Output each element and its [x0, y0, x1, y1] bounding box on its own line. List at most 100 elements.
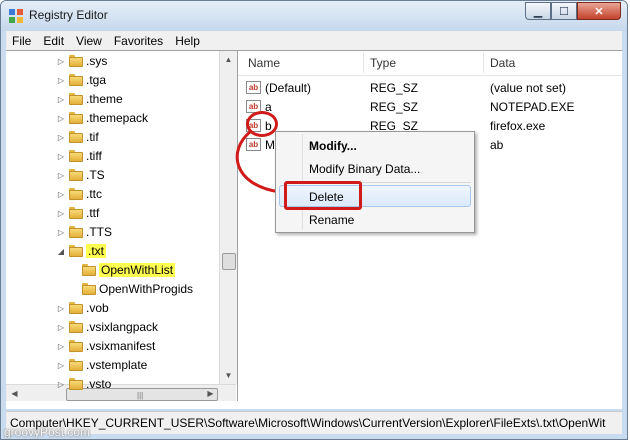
tree-item[interactable]: ▷ .theme: [55, 90, 123, 108]
tree-item-label: .ttf: [86, 206, 100, 220]
tree-item[interactable]: ▷ .vsto: [55, 375, 111, 393]
tree-item[interactable]: ▷ .tga: [55, 71, 106, 89]
tree-item[interactable]: ▷ .ttc: [55, 185, 102, 203]
tree-item-label: OpenWithList: [99, 263, 176, 277]
tree-item-label: .TTS: [86, 225, 112, 239]
expand-arrow-icon[interactable]: ▷: [55, 95, 67, 104]
column-divider[interactable]: [483, 53, 484, 73]
expand-arrow-icon[interactable]: ▷: [55, 209, 67, 218]
expand-arrow-icon[interactable]: ▷: [55, 190, 67, 199]
tree-item[interactable]: ▷ .ttf: [55, 204, 99, 222]
folder-icon: [69, 226, 83, 238]
tree-item-label: .txt: [86, 244, 107, 258]
column-header-data[interactable]: Data: [490, 56, 515, 70]
scroll-right-icon[interactable]: ▶: [202, 385, 219, 401]
value-row[interactable]: ab (Default) REG_SZ (value not set): [238, 78, 622, 98]
title-bar: Registry Editor ▁ ☐ ✕: [1, 1, 627, 31]
menu-item-modify-binary[interactable]: Modify Binary Data...: [309, 162, 420, 176]
maximize-icon: ☐: [559, 5, 569, 18]
menu-item-rename[interactable]: Rename: [309, 213, 354, 227]
value-type: REG_SZ: [370, 100, 419, 114]
tree-item[interactable]: ▷ .tif: [55, 128, 99, 146]
tree-item-label: .tga: [86, 73, 107, 87]
expand-arrow-icon[interactable]: ▷: [55, 76, 67, 85]
tree-item-label: .vsixlangpack: [86, 320, 159, 334]
expand-arrow-icon[interactable]: ▷: [55, 361, 67, 370]
tree-item-label: .vob: [86, 301, 109, 315]
close-icon: ✕: [594, 5, 604, 18]
expand-arrow-icon[interactable]: ▷: [55, 323, 67, 332]
tree-item[interactable]: OpenWithList: [68, 261, 176, 279]
expand-arrow-icon[interactable]: ▷: [55, 152, 67, 161]
expand-arrow-icon[interactable]: ▷: [55, 342, 67, 351]
tree-item[interactable]: ▷ .sys: [55, 52, 107, 70]
tree-item[interactable]: ▷ .vsixmanifest: [55, 337, 155, 355]
folder-icon: [82, 283, 96, 295]
grip-icon: |||: [137, 391, 144, 400]
folder-icon: [69, 150, 83, 162]
expand-arrow-icon[interactable]: ▷: [55, 304, 67, 313]
scroll-thumb[interactable]: [222, 253, 236, 270]
scroll-down-icon[interactable]: ▼: [220, 367, 237, 384]
folder-icon: [69, 131, 83, 143]
menu-favorites[interactable]: Favorites: [108, 34, 169, 48]
menu-view[interactable]: View: [70, 34, 108, 48]
folder-icon: [69, 112, 83, 124]
menu-bar: File Edit View Favorites Help: [6, 31, 622, 50]
folder-icon: [69, 207, 83, 219]
column-header-type[interactable]: Type: [370, 56, 396, 70]
menu-file[interactable]: File: [6, 34, 37, 48]
tree-item[interactable]: ▷ .themepack: [55, 109, 148, 127]
column-divider[interactable]: [363, 53, 364, 73]
status-path: Computer\HKEY_CURRENT_USER\Software\Micr…: [10, 416, 606, 430]
tree-item[interactable]: ▷ .TS: [55, 166, 105, 184]
tree-item[interactable]: ◢ .txt: [55, 242, 107, 260]
tree-item-label: .TS: [86, 168, 105, 182]
column-header-name[interactable]: Name: [248, 56, 280, 70]
tree-item[interactable]: OpenWithProgids: [68, 280, 193, 298]
tree-item-label: .vstemplate: [86, 358, 148, 372]
tree-item-label: OpenWithProgids: [99, 282, 194, 296]
folder-icon: [69, 359, 83, 371]
tree-item[interactable]: ▷ .vsixlangpack: [55, 318, 158, 336]
maximize-button[interactable]: ☐: [551, 2, 577, 20]
menu-help[interactable]: Help: [169, 34, 206, 48]
regedit-icon: [9, 9, 23, 23]
close-button[interactable]: ✕: [577, 2, 621, 20]
expand-arrow-icon[interactable]: ▷: [55, 171, 67, 180]
tree-vertical-scrollbar[interactable]: ▲ ▼: [219, 51, 237, 384]
expand-arrow-icon[interactable]: ▷: [55, 57, 67, 66]
scroll-up-icon[interactable]: ▲: [220, 51, 237, 68]
watermark: groovyPost.com: [4, 425, 91, 439]
value-data: firefox.exe: [490, 119, 546, 133]
folder-icon: [82, 264, 96, 276]
value-row[interactable]: ab a REG_SZ NOTEPAD.EXE: [238, 97, 622, 117]
folder-icon: [69, 93, 83, 105]
tree-item-label: .themepack: [86, 111, 149, 125]
menu-edit[interactable]: Edit: [37, 34, 70, 48]
tree-horizontal-scrollbar[interactable]: ◀ ||| ▶: [6, 384, 236, 401]
value-name: (Default): [265, 81, 312, 95]
value-data: NOTEPAD.EXE: [490, 100, 575, 114]
expand-arrow-icon[interactable]: ▷: [55, 133, 67, 142]
folder-icon: [69, 245, 83, 257]
tree-item[interactable]: ▷ .vob: [55, 299, 109, 317]
folder-icon: [69, 340, 83, 352]
tree-item[interactable]: ▷ .tiff: [55, 147, 102, 165]
folder-icon: [69, 188, 83, 200]
tree-item[interactable]: ▷ .vstemplate: [55, 356, 147, 374]
folder-icon: [69, 74, 83, 86]
minimize-button[interactable]: ▁: [525, 2, 551, 20]
scroll-left-icon[interactable]: ◀: [6, 385, 23, 401]
folder-icon: [69, 378, 83, 390]
expand-arrow-icon[interactable]: ▷: [55, 228, 67, 237]
tree-item-label: .tiff: [86, 149, 102, 163]
collapse-arrow-icon[interactable]: ◢: [55, 247, 67, 256]
tree-item[interactable]: ▷ .TTS: [55, 223, 112, 241]
menu-item-modify[interactable]: Modify...: [309, 139, 357, 153]
expand-arrow-icon[interactable]: ▷: [55, 114, 67, 123]
folder-icon: [69, 302, 83, 314]
folder-icon: [69, 169, 83, 181]
expand-arrow-icon[interactable]: ▷: [55, 380, 67, 389]
value-data: (value not set): [490, 81, 567, 95]
